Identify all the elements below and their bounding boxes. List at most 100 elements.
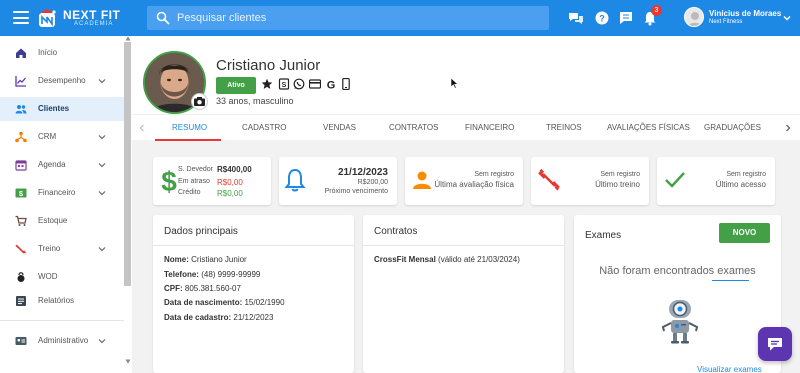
sidebar-item-administrativo[interactable]: Administrativo bbox=[0, 329, 124, 353]
tab-vendas[interactable]: VENDAS bbox=[323, 123, 356, 132]
sidebar-item-label: WOD bbox=[38, 272, 58, 281]
tab-cadastro[interactable]: CADASTRO bbox=[242, 123, 286, 132]
sidebar-item-crm[interactable]: CRM bbox=[0, 125, 124, 149]
sidebar-item-treino[interactable]: Treino bbox=[0, 237, 124, 261]
access-label: Último acesso bbox=[715, 180, 766, 189]
people-icon bbox=[15, 105, 27, 114]
logo-text: NEXT FIT bbox=[63, 8, 121, 22]
panel-divider bbox=[153, 245, 354, 246]
sidebar-item-wod[interactable]: WOD bbox=[0, 265, 124, 289]
evaluation-label: Última avaliação física bbox=[434, 180, 514, 189]
sidebar-item-label: Estoque bbox=[38, 216, 68, 225]
person-icon bbox=[413, 171, 431, 189]
info-row-birthdate: Data de nascimento: 15/02/1990 bbox=[164, 298, 285, 307]
contract-item[interactable]: CrossFit Mensal (válido até 21/03/2024) bbox=[374, 255, 520, 264]
sidebar-item-label: Início bbox=[38, 48, 58, 57]
whatsapp-icon[interactable] bbox=[293, 78, 305, 90]
user-name[interactable]: Vinícius de Moraes bbox=[709, 9, 781, 18]
camera-icon bbox=[194, 97, 205, 106]
card-icon[interactable] bbox=[309, 78, 321, 90]
search-input[interactable] bbox=[177, 6, 537, 30]
sidebar-item-clientes[interactable]: Clientes bbox=[0, 97, 124, 121]
info-row-phone: Telefone: (48) 9999-99999 bbox=[164, 270, 261, 279]
sidebar-item-label: Treino bbox=[38, 244, 61, 253]
google-icon[interactable]: G bbox=[325, 78, 337, 91]
help-icon[interactable]: ? bbox=[594, 10, 610, 26]
chat-bubbles-icon[interactable] bbox=[568, 10, 584, 26]
workout-status: Sem registro bbox=[600, 171, 640, 178]
profile-tabs: RESUMO CADASTRO VENDAS CONTRATOS FINANCE… bbox=[132, 114, 800, 141]
tab-graduacoes[interactable]: GRADUAÇÕES bbox=[704, 123, 761, 132]
user-avatar[interactable] bbox=[684, 7, 704, 27]
status-badge[interactable]: Ativo bbox=[216, 77, 256, 94]
document-icon[interactable]: S bbox=[278, 78, 290, 90]
phone-icon[interactable] bbox=[340, 78, 352, 90]
exams-panel: Exames NOVO Não foram encontrados exames… bbox=[574, 215, 781, 373]
due-date: 21/12/2023 bbox=[337, 167, 388, 178]
tab-contratos[interactable]: CONTRATOS bbox=[389, 123, 438, 132]
scroll-up-icon[interactable] bbox=[125, 36, 131, 41]
new-exam-button[interactable]: NOVO bbox=[719, 223, 770, 243]
chevron-right-icon[interactable] bbox=[784, 124, 792, 132]
sidebar-scrollbar[interactable] bbox=[124, 42, 131, 286]
sidebar-item-relatorios[interactable]: Relatórios bbox=[0, 289, 124, 313]
logo-subtext: ACADEMIA bbox=[74, 21, 114, 27]
panel-divider bbox=[363, 245, 564, 246]
scroll-down-icon[interactable] bbox=[125, 359, 131, 364]
cart-icon bbox=[15, 215, 27, 226]
sidebar-item-inicio[interactable]: Início bbox=[0, 41, 124, 65]
search-box[interactable] bbox=[147, 6, 549, 30]
sidebar-item-desempenho[interactable]: Desempenho bbox=[0, 69, 124, 93]
tab-avaliacoes-fisicas[interactable]: AVALIAÇÕES FÍSICAS bbox=[607, 123, 690, 132]
chevron-down-icon bbox=[98, 191, 106, 196]
dumbbell-icon bbox=[538, 168, 560, 191]
sidebar-item-estoque[interactable]: Estoque bbox=[0, 209, 124, 233]
sidebar-item-financeiro[interactable]: $ Financeiro bbox=[0, 181, 124, 205]
credit-label: Crédito bbox=[178, 189, 201, 196]
evaluation-status: Sem registro bbox=[474, 171, 514, 178]
sidebar-item-agenda[interactable]: Agenda bbox=[0, 153, 124, 177]
dumbbell-icon bbox=[15, 244, 27, 254]
chevron-down-icon bbox=[98, 163, 106, 168]
svg-text:?: ? bbox=[599, 14, 605, 24]
last-access-card[interactable]: Sem registro Último acesso bbox=[657, 157, 775, 205]
last-workout-card[interactable]: Sem registro Último treino bbox=[531, 157, 649, 205]
info-row-name: Nome: Cristiano Junior bbox=[164, 255, 247, 264]
tab-resumo[interactable]: RESUMO bbox=[172, 123, 207, 132]
sidebar-item-label: CRM bbox=[38, 132, 57, 141]
tab-financeiro[interactable]: FINANCEIRO bbox=[465, 123, 514, 132]
view-exams-link[interactable]: Visualizar exames bbox=[697, 365, 762, 373]
panel-title: Exames bbox=[585, 230, 622, 241]
sidebar-divider bbox=[0, 320, 124, 321]
overdue-value: R$0,00 bbox=[217, 178, 243, 187]
finance-summary-card[interactable]: $ S. Devedor R$400,00 Em atraso R$0,00 C… bbox=[153, 157, 271, 205]
due-label: Próximo vencimento bbox=[324, 188, 388, 195]
notification-badge: 3 bbox=[651, 5, 662, 16]
star-icon[interactable] bbox=[261, 78, 273, 90]
last-evaluation-card[interactable]: Sem registro Última avaliação física bbox=[405, 157, 523, 205]
sidebar-item-label: Relatórios bbox=[38, 296, 75, 305]
sidebar: Início Desempenho Clientes CRM Agenda $ … bbox=[0, 36, 132, 373]
sidebar-item-label: Financeiro bbox=[38, 188, 76, 197]
chart-icon bbox=[15, 76, 26, 87]
change-photo-button[interactable] bbox=[191, 93, 208, 110]
menu-icon[interactable] bbox=[13, 11, 29, 24]
chevron-down-icon bbox=[98, 79, 106, 84]
next-due-card[interactable]: 21/12/2023 R$200,00 Próximo vencimento bbox=[279, 157, 397, 205]
chevron-left-icon[interactable] bbox=[138, 124, 146, 132]
empty-state-text: Não foram encontrados exames bbox=[599, 265, 756, 277]
user-company: Next Fitness bbox=[709, 19, 743, 25]
tab-treinos[interactable]: TREINOS bbox=[546, 123, 582, 132]
message-icon[interactable] bbox=[618, 10, 634, 26]
chevron-down-icon[interactable] bbox=[783, 14, 791, 22]
user-avatar-icon bbox=[687, 12, 703, 26]
mouse-cursor-icon bbox=[450, 77, 459, 89]
panel-title: Dados principais bbox=[164, 226, 238, 237]
sidebar-item-label: Clientes bbox=[38, 104, 70, 113]
logo[interactable]: NEXT FIT ACADEMIA bbox=[37, 7, 137, 31]
support-chat-button[interactable] bbox=[758, 327, 792, 361]
overdue-label: Em atraso bbox=[178, 178, 210, 185]
sidebar-item-label: Administrativo bbox=[38, 336, 89, 345]
credit-value: R$0,00 bbox=[217, 189, 243, 198]
money-icon: $ bbox=[15, 188, 27, 198]
